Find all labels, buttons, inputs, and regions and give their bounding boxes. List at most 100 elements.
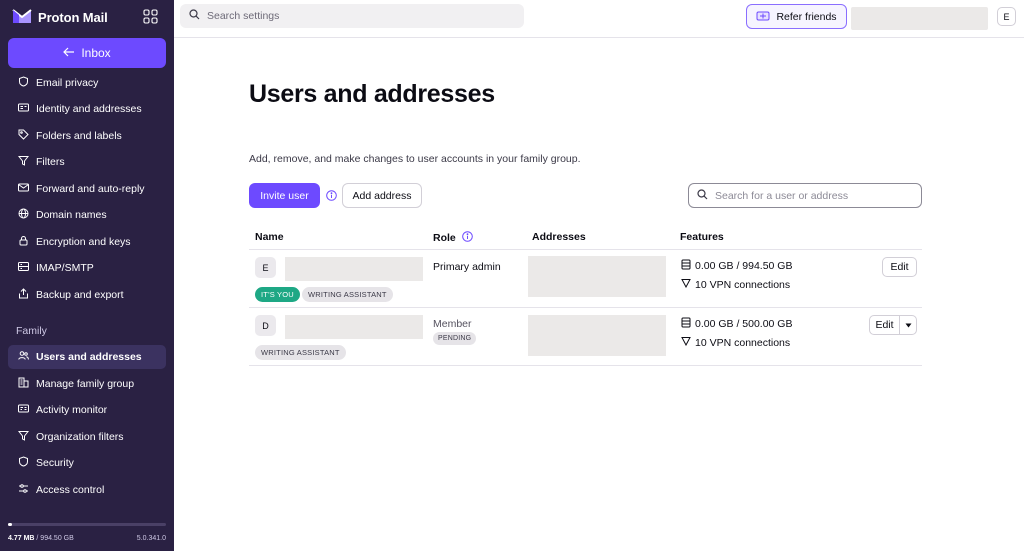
user-addresses-redacted: [528, 315, 666, 356]
sidebar-item-label: Activity monitor: [36, 404, 108, 416]
column-header-role: Role: [433, 231, 473, 245]
monitor-icon: [18, 403, 29, 417]
tag-icon: [18, 129, 29, 143]
sidebar-item-label: Identity and addresses: [36, 103, 142, 115]
sidebar-item-label: IMAP/SMTP: [36, 262, 94, 274]
apps-grid-icon[interactable]: [143, 9, 158, 24]
sidebar-item-folders-and-labels[interactable]: Folders and labels: [8, 124, 166, 148]
storage-usage-text: 4.77 MB / 994.50 GB: [8, 535, 74, 542]
filter-icon: [17, 430, 30, 444]
storage-progress-bar: [8, 523, 166, 526]
sidebar-item-security[interactable]: Security: [8, 451, 166, 475]
invite-user-button[interactable]: Invite user: [249, 183, 320, 208]
server-icon: [18, 261, 29, 275]
arrow-left-icon: [63, 46, 75, 60]
storage-progress-fill: [8, 523, 12, 526]
user-avatar: E: [255, 257, 276, 278]
sidebar-item-label: Filters: [36, 156, 65, 168]
writing-assistant-badge: WRITING ASSISTANT: [255, 345, 346, 360]
back-to-inbox-button[interactable]: Inbox: [8, 38, 166, 68]
user-role: Primary admin: [433, 261, 501, 273]
column-header-name-label: Name: [255, 231, 284, 243]
column-header-addresses: Addresses: [532, 231, 586, 243]
user-addresses-redacted: [528, 256, 666, 297]
sidebar-item-identity-and-addresses[interactable]: Identity and addresses: [8, 97, 166, 121]
shield-icon: [18, 456, 29, 470]
user-search[interactable]: [688, 183, 922, 208]
refer-friends-button[interactable]: Refer friends: [746, 4, 847, 29]
vpn-shield-icon: [681, 278, 691, 291]
table-divider: [249, 365, 922, 366]
sidebar-item-domain-names[interactable]: Domain names: [8, 203, 166, 227]
column-header-addresses-label: Addresses: [532, 231, 586, 243]
its-you-badge: IT'S YOU: [255, 287, 300, 302]
top-bar: Refer friends E: [174, 0, 1024, 38]
caret-down-icon[interactable]: [900, 316, 916, 334]
edit-user-button[interactable]: Edit: [882, 257, 917, 277]
column-header-features: Features: [680, 231, 724, 243]
sidebar-item-label: Domain names: [36, 209, 107, 221]
column-header-role-label: Role: [433, 232, 456, 244]
account-name-redacted[interactable]: [851, 7, 988, 30]
user-avatar: D: [255, 315, 276, 336]
filter-icon: [17, 155, 30, 169]
sidebar-item-manage-family-group[interactable]: Manage family group: [8, 372, 166, 396]
proton-mail-logo-icon: [12, 8, 32, 27]
storage-value: 0.00 GB / 994.50 GB: [695, 260, 793, 272]
section-heading-family: Family: [16, 325, 47, 337]
settings-search[interactable]: [180, 4, 524, 28]
sidebar: Proton Mail Inbox Email privacy Identity…: [0, 0, 174, 551]
lock-icon: [18, 235, 29, 249]
brand[interactable]: Proton Mail: [12, 8, 108, 26]
table-divider: [249, 249, 922, 250]
info-icon[interactable]: [461, 231, 473, 245]
refer-friends-label: Refer friends: [776, 10, 837, 23]
user-name-redacted: [285, 257, 423, 281]
edit-user-button[interactable]: Edit: [870, 316, 900, 334]
export-icon: [18, 288, 29, 302]
sidebar-item-activity-monitor[interactable]: Activity monitor: [8, 398, 166, 422]
settings-search-input[interactable]: [207, 10, 507, 22]
sidebar-item-label: Backup and export: [36, 289, 124, 301]
sidebar-item-organization-filters[interactable]: Organization filters: [8, 425, 166, 449]
sidebar-item-label: Access control: [36, 484, 105, 496]
sidebar-item-forward-and-auto-reply[interactable]: Forward and auto-reply: [8, 177, 166, 201]
sidebar-item-imap-smtp[interactable]: IMAP/SMTP: [8, 256, 166, 280]
sidebar-item-label: Forward and auto-reply: [36, 183, 145, 195]
sidebar-item-label: Organization filters: [36, 431, 124, 443]
vpn-value: 10 VPN connections: [695, 336, 791, 349]
shield-icon: [18, 76, 29, 90]
page-description: Add, remove, and make changes to user ac…: [249, 153, 581, 165]
sliders-icon: [18, 483, 29, 497]
sidebar-item-email-privacy[interactable]: Email privacy: [8, 71, 166, 95]
storage-icon: [681, 259, 691, 273]
edit-user-split-button: Edit: [869, 315, 917, 335]
vpn-value: 10 VPN connections: [695, 278, 791, 291]
vpn-shield-icon: [681, 336, 691, 349]
pending-badge: PENDING: [433, 332, 477, 345]
storage-feature: 0.00 GB / 994.50 GB: [681, 259, 792, 273]
sidebar-item-label: Security: [36, 457, 74, 469]
user-search-input[interactable]: [715, 189, 915, 202]
sidebar-item-label: Folders and labels: [36, 130, 122, 142]
account-avatar[interactable]: E: [997, 7, 1016, 26]
sidebar-item-backup-and-export[interactable]: Backup and export: [8, 283, 166, 307]
envelope-forward-icon: [18, 182, 29, 196]
app-version: 5.0.341.0: [136, 535, 166, 542]
storage-icon: [681, 317, 691, 331]
sidebar-item-filters[interactable]: Filters: [8, 150, 166, 174]
buildings-icon: [18, 377, 29, 391]
storage-total: / 994.50 GB: [36, 535, 74, 542]
user-role: Member: [433, 318, 472, 330]
gift-card-icon: [756, 10, 770, 24]
sidebar-item-users-and-addresses[interactable]: Users and addresses: [8, 345, 166, 369]
inbox-label: Inbox: [81, 46, 111, 60]
table-divider: [249, 307, 922, 308]
add-address-button[interactable]: Add address: [342, 183, 422, 208]
sidebar-item-encryption-and-keys[interactable]: Encryption and keys: [8, 230, 166, 254]
search-icon: [697, 188, 708, 203]
storage-value: 0.00 GB / 500.00 GB: [695, 318, 793, 330]
users-icon: [18, 350, 29, 364]
info-icon[interactable]: [326, 190, 337, 201]
sidebar-item-access-control[interactable]: Access control: [8, 478, 166, 502]
